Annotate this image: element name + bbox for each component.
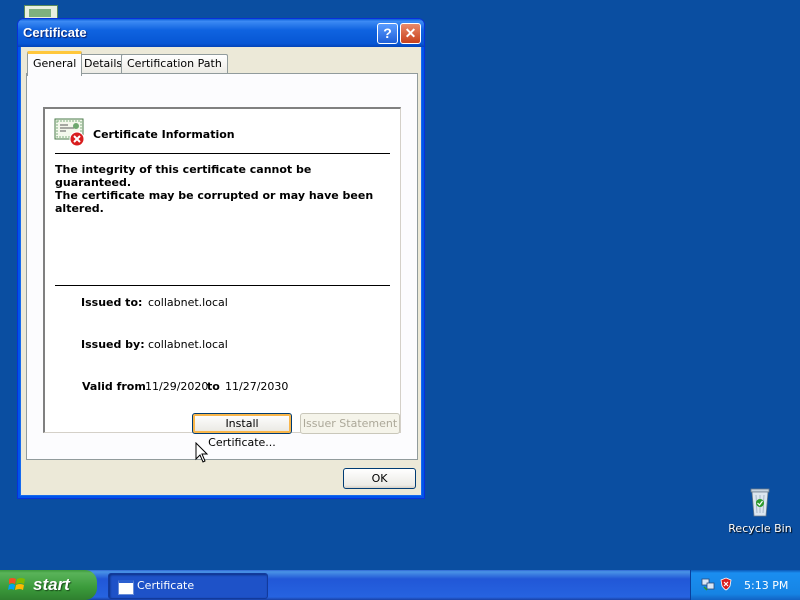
warning-line-1: The integrity of this certificate cannot… <box>55 163 312 189</box>
recycle-bin[interactable]: Recycle Bin <box>722 486 798 535</box>
close-button[interactable]: ✕ <box>400 23 421 44</box>
tab-general[interactable]: General <box>27 51 83 76</box>
taskbar: start Certificate 5:13 PM <box>0 570 800 600</box>
integrity-warning: The integrity of this certificate cannot… <box>55 163 385 215</box>
warning-line-3: altered. <box>55 202 104 215</box>
valid-from-value: 11/29/2020 <box>145 380 209 393</box>
info-heading: Certificate Information <box>93 128 235 141</box>
windows-flag-icon <box>8 576 26 594</box>
start-button[interactable]: start <box>0 570 97 600</box>
valid-to-value: 11/27/2030 <box>225 380 289 393</box>
certificate-info-box: Certificate Information The integrity of… <box>43 107 401 433</box>
valid-to-label: to <box>207 380 220 393</box>
help-button[interactable]: ? <box>377 23 398 44</box>
system-tray: 5:13 PM <box>690 570 800 600</box>
security-alert-icon[interactable] <box>719 577 733 591</box>
mouse-cursor-icon <box>195 441 209 464</box>
title-bar[interactable]: Certificate ? ✕ <box>18 19 424 47</box>
issued-by-value[interactable]: collabnet.local <box>148 338 228 351</box>
valid-from-label: Valid from <box>82 380 146 393</box>
certificate-dialog: Certificate ? ✕ General Details Certific… <box>17 18 425 499</box>
details-divider <box>55 285 390 286</box>
recycle-bin-label: Recycle Bin <box>728 522 792 535</box>
start-label: start <box>33 575 70 594</box>
ok-button[interactable]: OK <box>343 468 416 489</box>
issued-to-label: Issued to: <box>81 296 143 309</box>
warning-line-2: The certificate may be corrupted or may … <box>55 189 374 202</box>
certificate-error-icon <box>54 117 86 147</box>
window-icon <box>118 580 134 595</box>
issued-by-label: Issued by: <box>81 338 145 351</box>
clock[interactable]: 5:13 PM <box>744 579 788 592</box>
network-icon[interactable] <box>701 577 715 591</box>
taskbar-item-label: Certificate <box>137 579 195 592</box>
window-title: Certificate <box>23 25 87 40</box>
install-certificate-button[interactable]: Install Certificate... <box>192 413 292 449</box>
recycle-bin-icon <box>748 486 772 518</box>
issued-to-value[interactable]: collabnet.local <box>148 296 228 309</box>
taskbar-item-certificate[interactable]: Certificate <box>108 573 268 599</box>
issuer-statement-button[interactable]: Issuer Statement <box>300 413 400 434</box>
tab-certification-path[interactable]: Certification Path <box>121 54 228 73</box>
heading-divider <box>55 153 390 154</box>
dialog-client: General Details Certification Path Certi… <box>21 47 421 495</box>
general-tab-panel: Certificate Information The integrity of… <box>26 73 418 460</box>
